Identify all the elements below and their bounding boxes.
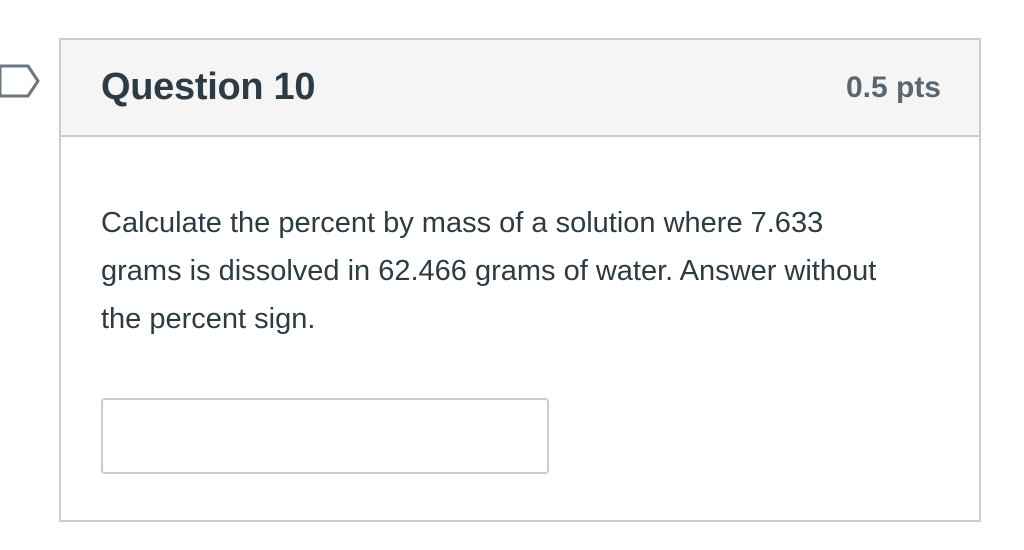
question-title: Question 10 <box>101 66 316 108</box>
flag-icon[interactable] <box>0 62 42 100</box>
question-points: 0.5 pts <box>845 70 941 104</box>
question-header: Question 10 0.5 pts <box>61 40 979 137</box>
answer-input[interactable] <box>101 398 549 474</box>
quiz-page: Question 10 0.5 pts Calculate the percen… <box>0 0 1024 550</box>
question-card: Question 10 0.5 pts Calculate the percen… <box>59 38 981 522</box>
question-body: Calculate the percent by mass of a solut… <box>61 137 979 474</box>
question-text: Calculate the percent by mass of a solut… <box>101 207 877 335</box>
